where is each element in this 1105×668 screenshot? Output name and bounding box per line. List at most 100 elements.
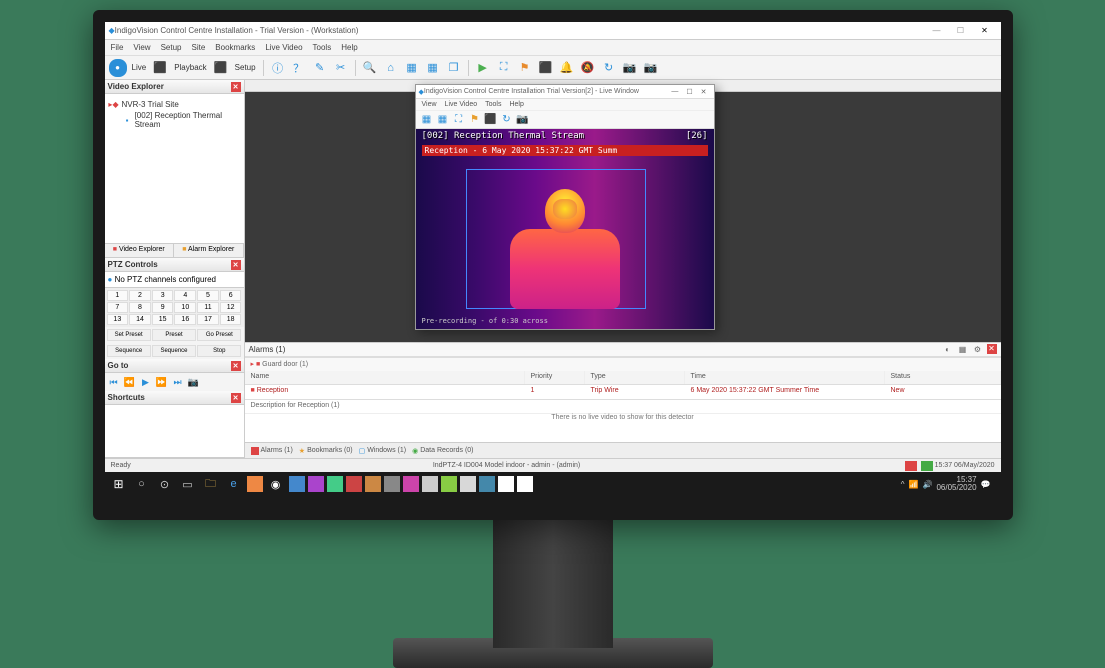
camera2-icon[interactable]: 📷 xyxy=(642,59,660,77)
hdr-type[interactable]: Type xyxy=(585,371,685,384)
preset-3[interactable]: 3 xyxy=(152,290,174,301)
float-menu-tools[interactable]: Tools xyxy=(485,101,501,108)
preset-17[interactable]: 17 xyxy=(197,314,219,325)
pb-play-icon[interactable]: ▶ xyxy=(139,375,153,389)
task-app9-icon[interactable] xyxy=(422,476,438,492)
preset-12[interactable]: 12 xyxy=(220,302,242,313)
tray-clock[interactable]: 15:37 06/05/2020 xyxy=(936,476,976,492)
preset-16[interactable]: 16 xyxy=(174,314,196,325)
cut-icon[interactable]: ✂ xyxy=(332,59,350,77)
preset-2[interactable]: 2 xyxy=(129,290,151,301)
preset-6[interactable]: 6 xyxy=(220,290,242,301)
pb-skip-back-icon[interactable]: ⏮ xyxy=(107,375,121,389)
ft-refresh-icon[interactable]: ↻ xyxy=(500,113,514,127)
expand-icon[interactable]: ⛶ xyxy=(495,59,513,77)
go-preset-button[interactable]: Go Preset xyxy=(197,329,241,341)
hdr-status[interactable]: Status xyxy=(885,371,1001,384)
float-menu-live[interactable]: Live Video xyxy=(445,101,478,108)
shortcuts-close-icon[interactable]: ✕ xyxy=(231,393,241,403)
thermal-video[interactable]: [002] Reception Thermal Stream [26] Rece… xyxy=(416,129,714,329)
menu-livevideo[interactable]: Live Video xyxy=(265,43,302,52)
hdr-time[interactable]: Time xyxy=(685,371,885,384)
task-explorer-icon[interactable]: 🗀 xyxy=(201,474,221,494)
task-app3-icon[interactable] xyxy=(308,476,324,492)
menu-help[interactable]: Help xyxy=(341,43,357,52)
ap-close-icon[interactable]: ✕ xyxy=(987,344,997,354)
task-app2-icon[interactable] xyxy=(289,476,305,492)
preset-5[interactable]: 5 xyxy=(197,290,219,301)
preset-11[interactable]: 11 xyxy=(197,302,219,313)
float-menu-view[interactable]: View xyxy=(422,101,437,108)
live-video-window[interactable]: ◆ IndigoVision Control Centre Installati… xyxy=(415,84,715,330)
alarm-guard-row[interactable]: ▸ ■ Guard door (1) xyxy=(245,357,1001,371)
ft-layout-icon[interactable]: ▦ xyxy=(420,113,434,127)
task-app12-icon[interactable] xyxy=(479,476,495,492)
float-max-button[interactable]: ☐ xyxy=(682,88,696,96)
sequence-button[interactable]: Sequence xyxy=(107,345,151,357)
ft-flag2-icon[interactable]: ⬛ xyxy=(484,113,498,127)
ap-icon-1[interactable]: ◐ xyxy=(942,344,954,356)
preset-10[interactable]: 10 xyxy=(174,302,196,313)
flag-icon[interactable]: ⚑ xyxy=(516,59,534,77)
refresh-icon[interactable]: ↻ xyxy=(600,59,618,77)
task-chrome-icon[interactable]: ◉ xyxy=(266,474,286,494)
menu-setup[interactable]: Setup xyxy=(161,43,182,52)
edit-icon[interactable]: ✎ xyxy=(311,59,329,77)
task-cortana-icon[interactable]: ⊙ xyxy=(155,474,175,494)
alarm-table-row[interactable]: ■ Reception 1 Trip Wire 6 May 2020 15:37… xyxy=(245,385,1001,399)
site-tree[interactable]: ▸◆ NVR-3 Trial Site ▪ [002] Reception Th… xyxy=(105,94,244,244)
preset-1[interactable]: 1 xyxy=(107,290,129,301)
window-icon[interactable]: ❐ xyxy=(445,59,463,77)
float-min-button[interactable]: — xyxy=(667,88,682,95)
preset-button[interactable]: Preset xyxy=(152,329,196,341)
preset-15[interactable]: 15 xyxy=(152,314,174,325)
close-button[interactable]: ✕ xyxy=(973,26,997,35)
camera-icon[interactable]: 📷 xyxy=(621,59,639,77)
tab-bookmarks[interactable]: ★ Bookmarks (0) xyxy=(299,447,353,455)
menu-file[interactable]: File xyxy=(111,43,124,52)
task-app5-icon[interactable] xyxy=(346,476,362,492)
set-preset-button[interactable]: Set Preset xyxy=(107,329,151,341)
tab-alarm-explorer[interactable]: ■ Alarm Explorer xyxy=(174,244,244,257)
tab-recorder[interactable]: ◉ Data Records (0) xyxy=(412,447,473,455)
menu-bookmarks[interactable]: Bookmarks xyxy=(215,43,255,52)
ft-grid-icon[interactable]: ▦ xyxy=(436,113,450,127)
menu-tools[interactable]: Tools xyxy=(313,43,332,52)
start-button[interactable]: ⊞ xyxy=(109,474,129,494)
setup-mode-icon[interactable]: ⬛ xyxy=(212,59,230,77)
ap-icon-3[interactable]: ⚙ xyxy=(972,344,984,356)
task-app13-icon[interactable] xyxy=(498,476,514,492)
record-mode-icon[interactable]: ⬛ xyxy=(151,59,169,77)
preset-9[interactable]: 9 xyxy=(152,302,174,313)
playback-label[interactable]: Playback xyxy=(172,63,208,72)
task-taskview-icon[interactable]: ▭ xyxy=(178,474,198,494)
layout1-icon[interactable]: ▦ xyxy=(403,59,421,77)
goto-close-icon[interactable]: ✕ xyxy=(231,361,241,371)
pb-forward-icon[interactable]: ⏩ xyxy=(155,375,169,389)
search-icon[interactable]: 🔍 xyxy=(361,59,379,77)
tab-video-explorer[interactable]: ■ Video Explorer xyxy=(105,244,175,257)
help-icon[interactable]: ？ xyxy=(290,59,308,77)
tab-windows[interactable]: ▢ Windows (1) xyxy=(359,447,407,455)
tray-chevron-icon[interactable]: ^ xyxy=(901,480,905,489)
home-icon[interactable]: ⌂ xyxy=(382,59,400,77)
task-app11-icon[interactable] xyxy=(460,476,476,492)
float-menu-help[interactable]: Help xyxy=(509,101,523,108)
live-icon[interactable]: ● xyxy=(109,59,127,77)
ft-snap-icon[interactable]: 📷 xyxy=(516,113,530,127)
hdr-name[interactable]: Name xyxy=(245,371,525,384)
ft-flag-icon[interactable]: ⚑ xyxy=(468,113,482,127)
preset-8[interactable]: 8 xyxy=(129,302,151,313)
tray-sound-icon[interactable]: 🔊 xyxy=(923,480,933,489)
preset-14[interactable]: 14 xyxy=(129,314,151,325)
task-app6-icon[interactable] xyxy=(365,476,381,492)
task-edge-icon[interactable]: e xyxy=(224,474,244,494)
task-search-icon[interactable]: ○ xyxy=(132,474,152,494)
tray-net-icon[interactable]: 📶 xyxy=(909,480,919,489)
maximize-button[interactable]: ☐ xyxy=(949,26,973,35)
menu-view[interactable]: View xyxy=(133,43,150,52)
hdr-priority[interactable]: Priority xyxy=(525,371,585,384)
pb-rewind-icon[interactable]: ⏪ xyxy=(123,375,137,389)
add-icon[interactable]: ▶ xyxy=(474,59,492,77)
tree-camera[interactable]: ▪ [002] Reception Thermal Stream xyxy=(109,110,240,130)
